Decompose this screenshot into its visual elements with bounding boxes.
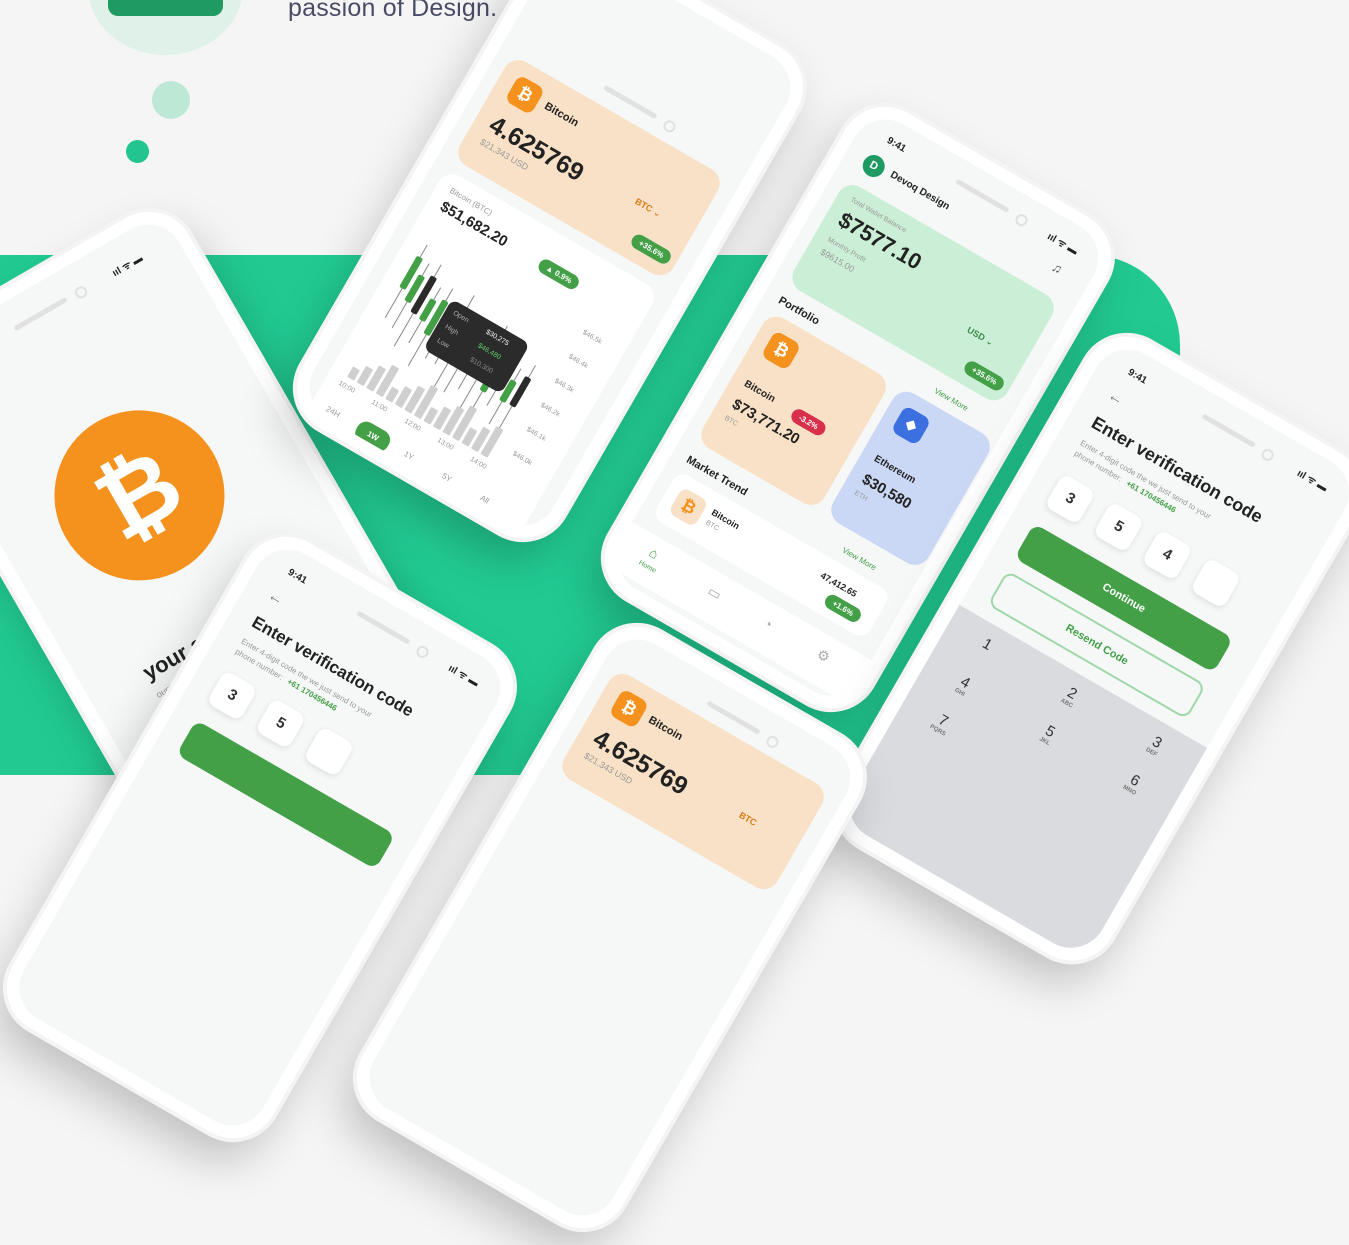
bitcoin-icon: ₿ — [608, 688, 650, 730]
status-icons: ııl ᯤ ▬ — [1045, 231, 1080, 258]
tab-all[interactable]: All — [479, 493, 491, 505]
change-badge: +35.6% — [628, 231, 674, 267]
brand-name: Devoq Design — [888, 169, 952, 213]
speaker — [356, 610, 411, 645]
bitcoin-illustration-icon: ₿ — [23, 379, 256, 612]
balance-change-badge: +35.6% — [961, 358, 1007, 394]
coin-name: Bitcoin — [646, 714, 685, 744]
key-6[interactable]: 6 MNO — [1102, 758, 1165, 808]
code-digit-3[interactable]: 4 — [1141, 529, 1194, 582]
y-tick: $46.2k — [539, 401, 561, 419]
key-3[interactable]: 3 DEF — [1124, 720, 1187, 770]
market-value: 47,412.65 — [818, 570, 859, 600]
bitcoin-icon: ₿ — [760, 329, 802, 371]
camera — [414, 643, 431, 661]
tab-1w[interactable]: 1W — [351, 417, 394, 456]
tooltip-low-label: Low — [435, 337, 451, 350]
tab-1y[interactable]: 1Y — [402, 449, 415, 462]
status-time: 9:41 — [1125, 366, 1149, 387]
chart-icon[interactable]: ◔ — [760, 614, 775, 632]
y-tick: $46.0k — [511, 450, 533, 468]
btc-value: $73,771.20 — [729, 395, 803, 449]
home-icon[interactable]: ⌂ — [646, 544, 661, 562]
y-tick: $46.1k — [525, 426, 547, 443]
status-icons: ııl ᯤ ▬ — [1294, 468, 1330, 495]
back-arrow-icon[interactable]: ← — [1104, 386, 1127, 410]
key-5[interactable]: 5 JKL — [1017, 709, 1080, 759]
tab-5y[interactable]: 5Y — [440, 471, 453, 484]
key-7[interactable]: 7 PQRS — [910, 698, 973, 748]
speaker — [13, 296, 68, 332]
market-coin-ticker: BTC — [704, 519, 720, 533]
x-tick: 12:00 — [402, 417, 422, 433]
back-arrow-icon[interactable]: ← — [264, 586, 287, 610]
brand-logo-icon: D — [858, 151, 889, 182]
logo-tile — [108, 0, 223, 16]
currency-select[interactable]: BTC ⌄ — [633, 196, 663, 220]
status-time: 9:41 — [884, 135, 908, 155]
decor-bubble-medium — [152, 81, 190, 119]
status-time: 9:41 — [285, 566, 309, 587]
x-tick: 10:00 — [337, 379, 356, 395]
eth-ticker: ETH — [853, 489, 869, 503]
y-tick: $46.4k — [567, 353, 589, 371]
code-digit-3[interactable] — [303, 725, 356, 778]
key-2[interactable]: 2 ABC — [1039, 671, 1102, 721]
code-digit-1[interactable]: 3 — [206, 669, 259, 722]
camera — [72, 284, 90, 301]
x-tick: 13:00 — [435, 436, 455, 452]
camera — [1013, 211, 1030, 229]
bitcoin-icon: ₿ — [504, 74, 546, 116]
key-4[interactable]: 4 GHI — [932, 660, 995, 710]
tooltip-open-label: Open — [451, 309, 470, 325]
ethereum-icon: ◆ — [890, 404, 932, 446]
price-change-badge: ▲ 0.9% — [535, 256, 582, 292]
y-tick: $46.3k — [553, 377, 575, 395]
wallet-icon[interactable]: ▭ — [704, 582, 724, 603]
tooltip-high: $46,480 — [476, 342, 502, 362]
y-tick: $46.5k — [581, 329, 603, 346]
currency-select[interactable]: USD ⌄ — [965, 325, 995, 349]
x-tick: 11:00 — [370, 398, 389, 414]
currency-select[interactable]: BTC — [737, 810, 758, 828]
speaker — [955, 178, 1010, 214]
tooltip-high-label: High — [443, 323, 460, 337]
tooltip-low: $10,300 — [468, 356, 494, 376]
settings-icon[interactable]: ⚙ — [814, 645, 833, 666]
tooltip-open: $30,275 — [484, 328, 510, 348]
camera — [764, 733, 781, 751]
decor-bubble-small — [126, 140, 149, 163]
status-icons: ııl ᯤ ▬ — [110, 253, 145, 280]
code-digit-2[interactable]: 5 — [1092, 501, 1145, 554]
key-1[interactable]: 1 — [957, 622, 1017, 667]
btc-ticker: BTC — [723, 414, 739, 428]
speaker — [1201, 413, 1256, 448]
code-digit-2[interactable]: 5 — [254, 697, 307, 750]
coin-name: Bitcoin — [542, 100, 581, 130]
tagline: passion of Design. — [288, 0, 498, 22]
code-digit-1[interactable]: 3 — [1044, 473, 1097, 526]
market-change-badge: +1.6% — [822, 592, 864, 625]
bell-icon[interactable]: ♫ — [1049, 259, 1065, 277]
tab-24h[interactable]: 24H — [324, 404, 341, 419]
code-digit-4[interactable] — [1189, 557, 1242, 610]
nav-home-label: Home — [637, 559, 658, 575]
camera — [1259, 446, 1276, 464]
bitcoin-icon: ₿ — [667, 486, 709, 528]
x-tick: 14:00 — [468, 455, 488, 471]
camera — [661, 118, 678, 135]
status-icons: ııl ᯤ ▬ — [446, 663, 481, 690]
